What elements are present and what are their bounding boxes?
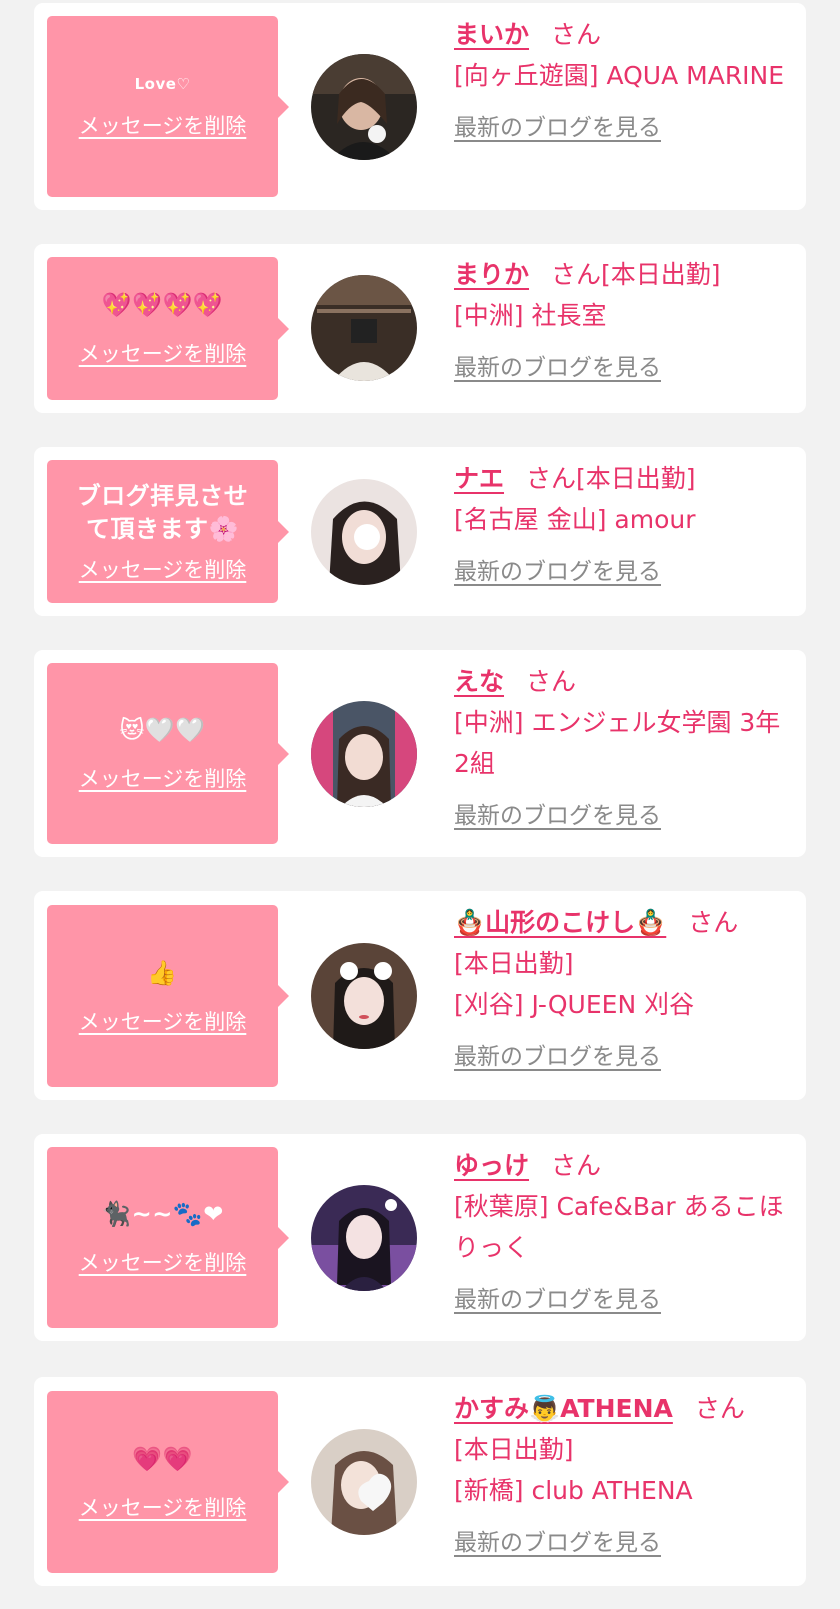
- message-text: Love♡: [134, 74, 191, 93]
- name-line: ゆっけ さん: [454, 1145, 794, 1186]
- honorific: さん: [526, 464, 577, 493]
- shop-name: [向ヶ丘遊園] AQUA MARINE: [454, 61, 785, 90]
- message-text: 💗💗: [132, 1444, 193, 1473]
- message-card: ブログ拝見させて頂きます🌸 メッセージを削除 ナエ さん[本日出勤] [名古屋 金…: [34, 447, 806, 616]
- message-text: 🐈‍⬛~~🐾❤: [101, 1200, 224, 1228]
- shop-name: [刈谷] J-QUEEN 刈谷: [454, 990, 695, 1019]
- message-card: 🐈‍⬛~~🐾❤ メッセージを削除 ゆっけ さん [秋葉原] Cafe&Bar ある…: [34, 1134, 806, 1341]
- girl-info: かすみ👼ATHENA さん [本日出勤] [新橋] club ATHENA 最新の…: [454, 1388, 794, 1564]
- honorific: さん: [694, 1394, 745, 1423]
- delete-message-link[interactable]: メッセージを削除: [79, 338, 247, 368]
- message-card: 💖💖💖💖 メッセージを削除 まりか さん[本日出勤] [中洲] 社長室 最新のブロ…: [34, 244, 806, 413]
- message-bubble: 💗💗 メッセージを削除: [47, 1391, 289, 1573]
- message-text: 😻🤍🤍: [119, 716, 206, 744]
- name-line: ナエ さん[本日出勤]: [454, 458, 794, 499]
- girl-name-link[interactable]: 🪆山形のこけし🪆: [454, 908, 666, 937]
- girl-name-link[interactable]: ゆっけ: [454, 1151, 529, 1180]
- girl-photo-icon: [311, 701, 417, 807]
- girl-info: ナエ さん[本日出勤] [名古屋 金山] amour 最新のブログを見る: [454, 458, 794, 593]
- latest-blog-link[interactable]: 最新のブログを見る: [454, 1523, 794, 1564]
- shop-name: [新橋] club ATHENA: [454, 1476, 693, 1505]
- name-line: まいか さん: [454, 14, 794, 55]
- delete-message-link[interactable]: メッセージを削除: [79, 1247, 247, 1277]
- girl-name-link[interactable]: かすみ👼ATHENA: [454, 1394, 673, 1423]
- message-card: 💗💗 メッセージを削除 かすみ👼ATHENA さん [本日出勤] [新橋] clu…: [34, 1377, 806, 1586]
- honorific: さん: [551, 20, 602, 49]
- message-bubble: Love♡ メッセージを削除: [47, 16, 289, 197]
- work-status: [本日出勤]: [454, 1435, 574, 1464]
- latest-blog-link[interactable]: 最新のブログを見る: [454, 108, 794, 149]
- girl-photo-icon: [311, 1185, 417, 1291]
- girl-info: まいか さん [向ヶ丘遊園] AQUA MARINE 最新のブログを見る: [454, 14, 794, 149]
- message-bubble: 👍 メッセージを削除: [47, 905, 289, 1087]
- shop-name: [名古屋 金山] amour: [454, 505, 696, 534]
- message-bubble: 🐈‍⬛~~🐾❤ メッセージを削除: [47, 1147, 289, 1328]
- honorific: さん: [688, 908, 739, 937]
- shop-name: [秋葉原] Cafe&Bar あるこほりっく: [454, 1192, 784, 1262]
- message-bubble: 😻🤍🤍 メッセージを削除: [47, 663, 289, 844]
- work-status: [本日出勤]: [576, 464, 696, 493]
- delete-message-link[interactable]: メッセージを削除: [79, 1492, 247, 1522]
- message-text: ブログ拝見させて頂きます🌸: [76, 481, 249, 543]
- girl-name-link[interactable]: まりか: [454, 260, 529, 289]
- delete-message-link[interactable]: メッセージを削除: [79, 110, 247, 140]
- girl-photo-icon: [311, 943, 417, 1049]
- latest-blog-link[interactable]: 最新のブログを見る: [454, 796, 794, 837]
- avatar[interactable]: [311, 1429, 417, 1535]
- girl-info: まりか さん[本日出勤] [中洲] 社長室 最新のブログを見る: [454, 254, 794, 389]
- delete-message-link[interactable]: メッセージを削除: [79, 1006, 247, 1036]
- latest-blog-link[interactable]: 最新のブログを見る: [454, 1037, 794, 1078]
- name-line: えな さん: [454, 661, 794, 702]
- latest-blog-link[interactable]: 最新のブログを見る: [454, 348, 794, 389]
- message-card: Love♡ メッセージを削除 まいか さん [向ヶ丘遊園] AQUA MARINE…: [34, 3, 806, 210]
- latest-blog-link[interactable]: 最新のブログを見る: [454, 552, 794, 593]
- message-text: 👍: [147, 958, 178, 987]
- girl-name-link[interactable]: まいか: [454, 20, 529, 49]
- avatar[interactable]: [311, 54, 417, 160]
- avatar[interactable]: [311, 275, 417, 381]
- latest-blog-link[interactable]: 最新のブログを見る: [454, 1280, 794, 1321]
- girl-photo-icon: [311, 275, 417, 381]
- honorific: さん: [526, 667, 577, 696]
- work-status: [本日出勤]: [601, 260, 721, 289]
- girl-photo-icon: [311, 54, 417, 160]
- girl-name-link[interactable]: えな: [454, 667, 504, 696]
- name-line: 🪆山形のこけし🪆 さん: [454, 902, 794, 943]
- avatar[interactable]: [311, 1185, 417, 1291]
- girl-info: ゆっけ さん [秋葉原] Cafe&Bar あるこほりっく 最新のブログを見る: [454, 1145, 794, 1321]
- delete-message-link[interactable]: メッセージを削除: [79, 763, 247, 793]
- delete-message-link[interactable]: メッセージを削除: [79, 554, 247, 584]
- message-bubble: ブログ拝見させて頂きます🌸 メッセージを削除: [47, 460, 289, 603]
- work-status: [本日出勤]: [454, 949, 574, 978]
- girl-name-link[interactable]: ナエ: [454, 464, 504, 493]
- honorific: さん: [551, 260, 602, 289]
- message-text: 💖💖💖💖: [101, 291, 224, 319]
- name-line: かすみ👼ATHENA さん: [454, 1388, 794, 1429]
- avatar[interactable]: [311, 479, 417, 585]
- girl-photo-icon: [311, 1429, 417, 1535]
- name-line: まりか さん[本日出勤]: [454, 254, 794, 295]
- girl-info: 🪆山形のこけし🪆 さん [本日出勤] [刈谷] J-QUEEN 刈谷 最新のブログ…: [454, 902, 794, 1078]
- shop-name: [中洲] エンジェル女学園 3年2組: [454, 708, 781, 778]
- avatar[interactable]: [311, 701, 417, 807]
- message-card: 👍 メッセージを削除 🪆山形のこけし🪆 さん [本日出勤] [刈谷] J-QUEE…: [34, 891, 806, 1100]
- shop-name: [中洲] 社長室: [454, 301, 607, 330]
- message-bubble: 💖💖💖💖 メッセージを削除: [47, 257, 289, 400]
- girl-info: えな さん [中洲] エンジェル女学園 3年2組 最新のブログを見る: [454, 661, 794, 837]
- honorific: さん: [551, 1151, 602, 1180]
- avatar[interactable]: [311, 943, 417, 1049]
- girl-photo-icon: [311, 479, 417, 585]
- message-card: 😻🤍🤍 メッセージを削除 えな さん [中洲] エンジェル女学園 3年2組 最新の…: [34, 650, 806, 857]
